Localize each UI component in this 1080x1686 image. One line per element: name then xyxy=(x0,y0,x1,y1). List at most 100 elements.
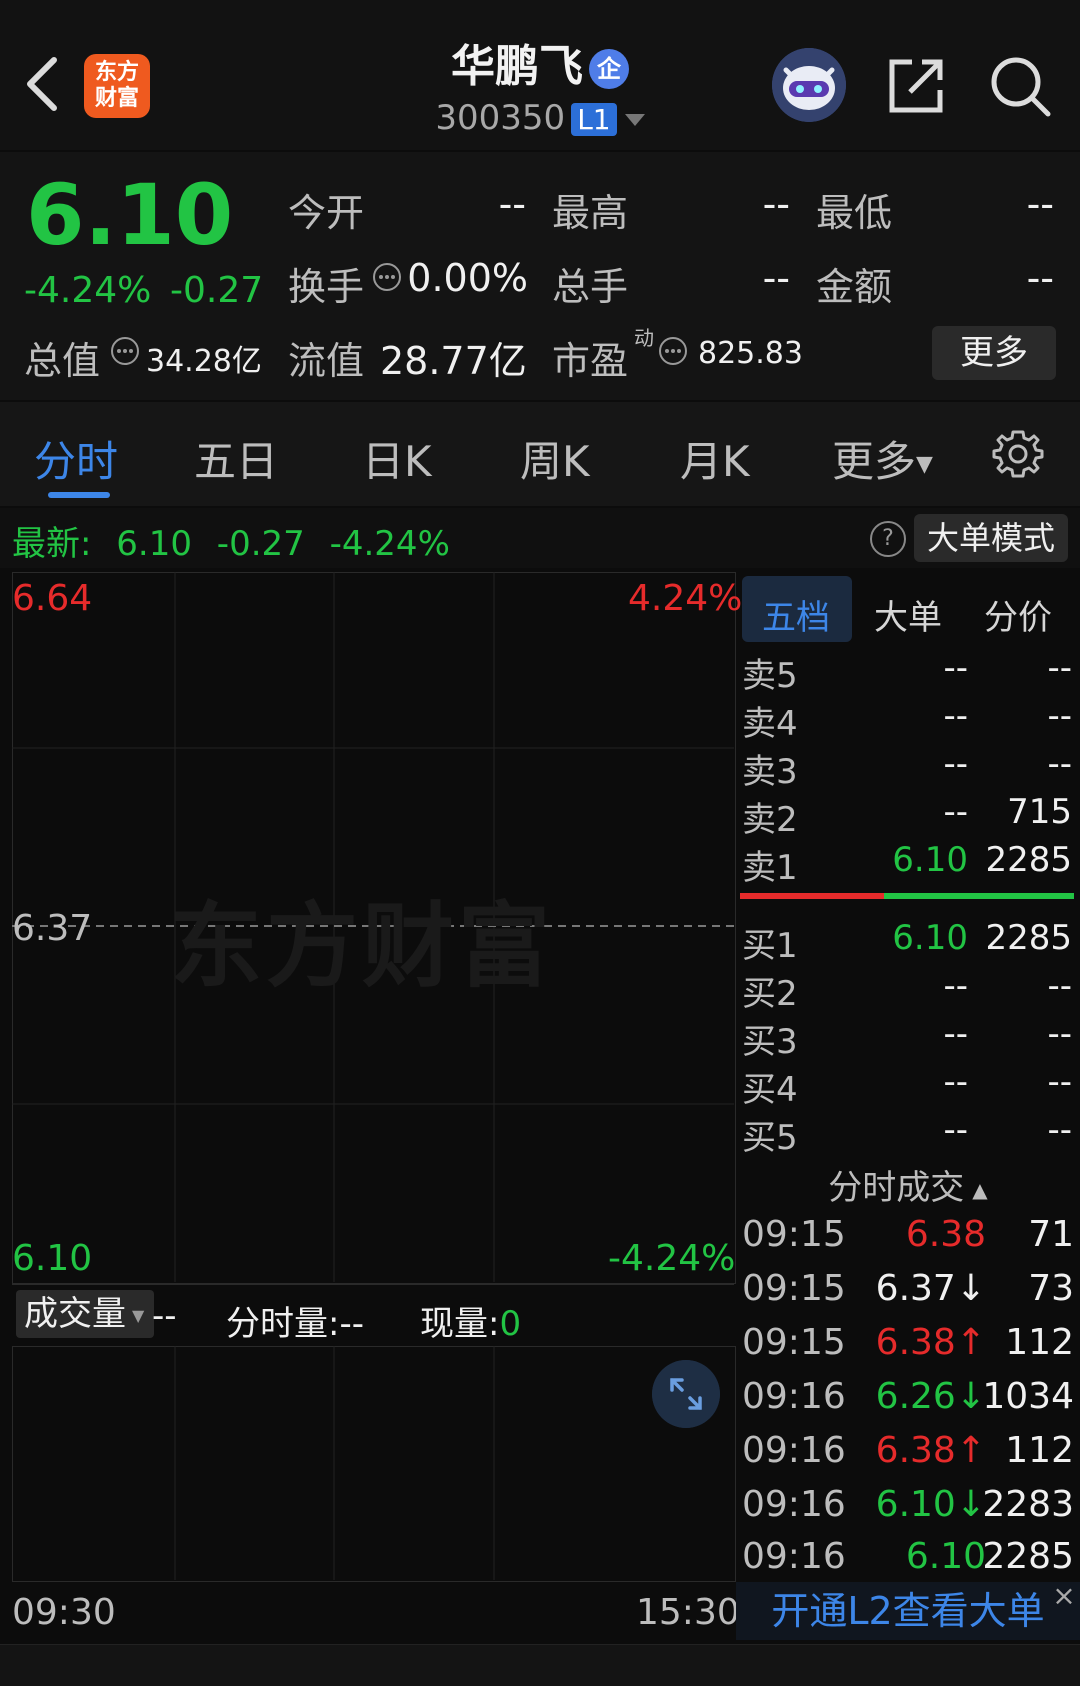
volume-value: -- xyxy=(762,256,790,300)
tab-more[interactable]: 更多▼ xyxy=(832,428,933,489)
open-l2-banner[interactable]: 开通L2查看大单 xyxy=(736,1582,1080,1640)
enterprise-badge-icon: 企 xyxy=(589,49,629,89)
bid-row: 买1 6.10 2285 xyxy=(742,918,1072,966)
caret-down-icon: ▼ xyxy=(132,1305,145,1325)
float-value: 28.77亿 xyxy=(380,339,527,383)
tick-time: 09:16 xyxy=(742,1484,846,1525)
high-label: 最高 xyxy=(552,191,629,235)
tab-weekly-k[interactable]: 周K xyxy=(520,428,590,489)
ask-row: 卖1 6.10 2285 xyxy=(742,840,1072,888)
volume-indicator-select[interactable]: 成交量 ▼ xyxy=(16,1290,154,1338)
big-order-mode-button[interactable]: 大单模式 xyxy=(914,514,1068,562)
tick-time: 09:16 xyxy=(742,1376,846,1417)
tick-row: 09:16 6.38↑ 112 xyxy=(742,1430,1074,1480)
current-price: 6.10 xyxy=(26,166,234,264)
ask-row: 卖2 -- 715 xyxy=(742,792,1072,840)
ask-name: 卖5 xyxy=(742,656,798,696)
caret-up-icon: ▲ xyxy=(972,1177,988,1202)
more-quote-button[interactable]: 更多 xyxy=(932,326,1056,380)
caret-down-icon: ▼ xyxy=(916,452,933,477)
volume-value: -- xyxy=(152,1296,177,1336)
latest-info: 最新: 6.10 -0.27 -4.24% xyxy=(12,516,450,565)
turnover-value: 0.00% xyxy=(407,256,528,300)
bid-row: 买3 -- -- xyxy=(742,1014,1072,1062)
bottom-bar xyxy=(0,1644,1080,1686)
settings-gear-icon[interactable] xyxy=(992,428,1044,480)
help-icon[interactable]: ? xyxy=(870,521,906,557)
ticks-header[interactable]: 分时成交 ▲ xyxy=(736,1160,1080,1209)
tick-volume: 2283 xyxy=(982,1484,1074,1525)
y-axis-top: 6.64 xyxy=(12,578,93,619)
tab-intraday[interactable]: 分时 xyxy=(34,428,118,489)
tick-row: 09:16 6.26↓ 1034 xyxy=(742,1376,1074,1426)
float-value-label: 流值 xyxy=(288,339,365,383)
tick-price: 6.38 xyxy=(905,1214,986,1255)
stock-code: 300350 xyxy=(435,98,566,138)
ask-price: -- xyxy=(943,648,968,688)
expand-icon[interactable] xyxy=(652,1360,720,1428)
info-dots-icon[interactable] xyxy=(658,336,688,366)
ask-name: 卖2 xyxy=(742,800,798,840)
ask-row: 卖4 -- -- xyxy=(742,696,1072,744)
bid-price: -- xyxy=(943,1062,968,1102)
bid-price: -- xyxy=(943,966,968,1006)
bid-row: 买5 -- -- xyxy=(742,1110,1072,1158)
active-tab-indicator xyxy=(48,492,110,498)
tick-price: 6.26↓ xyxy=(875,1376,986,1417)
search-icon[interactable] xyxy=(988,54,1052,118)
tick-row: 09:15 6.37↓ 73 xyxy=(742,1268,1074,1318)
info-dots-icon[interactable] xyxy=(110,336,140,366)
tick-volume: 112 xyxy=(1005,1322,1074,1363)
level-badge: L1 xyxy=(571,103,617,136)
ask-price: -- xyxy=(943,744,968,784)
bid-price: -- xyxy=(943,1014,968,1054)
change-amount: -0.27 xyxy=(170,270,264,311)
bid-name: 买5 xyxy=(742,1118,798,1158)
low-value: -- xyxy=(1026,182,1054,226)
total-value-label: 总值 xyxy=(24,339,101,383)
tick-time: 09:16 xyxy=(742,1536,846,1577)
bid-name: 买1 xyxy=(742,926,798,966)
info-dots-icon[interactable] xyxy=(372,262,402,292)
tick-row: 09:16 6.10↓ 2283 xyxy=(742,1484,1074,1534)
tick-row: 09:16 6.10 2285 xyxy=(742,1536,1074,1586)
share-icon[interactable] xyxy=(886,56,946,116)
tick-volume: 2285 xyxy=(982,1536,1074,1577)
tick-time: 09:15 xyxy=(742,1268,846,1309)
bid-name: 买2 xyxy=(742,974,798,1014)
current-volume-label: 现量: xyxy=(420,1304,500,1344)
bid-volume: 2285 xyxy=(985,918,1072,958)
amount-label: 金额 xyxy=(816,265,893,309)
tab-five-level[interactable]: 五档 xyxy=(762,590,830,639)
y-axis-mid: 6.37 xyxy=(12,908,93,949)
bid-name: 买3 xyxy=(742,1022,798,1062)
tick-volume: 1034 xyxy=(982,1376,1074,1417)
time-end: 15:30 xyxy=(636,1592,740,1633)
ask-volume: 715 xyxy=(1007,792,1072,832)
ticks-title: 分时成交 xyxy=(828,1168,965,1208)
tab-daily-k[interactable]: 日K xyxy=(362,428,432,489)
volume-select-label: 成交量 xyxy=(24,1294,126,1334)
bid-price: 6.10 xyxy=(892,918,968,958)
robot-avatar-icon[interactable] xyxy=(772,48,846,122)
stock-name: 华鹏飞 xyxy=(451,41,583,92)
tab-five-day[interactable]: 五日 xyxy=(194,428,278,489)
ask-volume: -- xyxy=(1047,744,1072,784)
pct-axis-bottom: -4.24% xyxy=(608,1238,736,1279)
ask-price: -- xyxy=(943,792,968,832)
pe-value: 825.83 xyxy=(698,336,803,371)
sell-ratio-bar xyxy=(740,893,884,899)
current-volume: 现量:0 xyxy=(420,1296,521,1345)
ask-name: 卖4 xyxy=(742,704,798,744)
tab-price-distribution[interactable]: 分价 xyxy=(984,590,1052,639)
latest-change: -0.27 xyxy=(216,524,305,564)
turnover-label: 换手 xyxy=(288,265,365,309)
close-icon[interactable]: × xyxy=(1050,1582,1078,1610)
watermark: 东方财富 xyxy=(170,893,555,1000)
y-axis-bottom: 6.10 xyxy=(12,1238,93,1279)
tab-big-order[interactable]: 大单 xyxy=(874,590,942,639)
bid-volume: -- xyxy=(1047,1110,1072,1150)
tab-monthly-k[interactable]: 月K xyxy=(680,428,750,489)
pe-dynamic-sup: 动 xyxy=(634,326,654,350)
bid-volume: -- xyxy=(1047,1014,1072,1054)
